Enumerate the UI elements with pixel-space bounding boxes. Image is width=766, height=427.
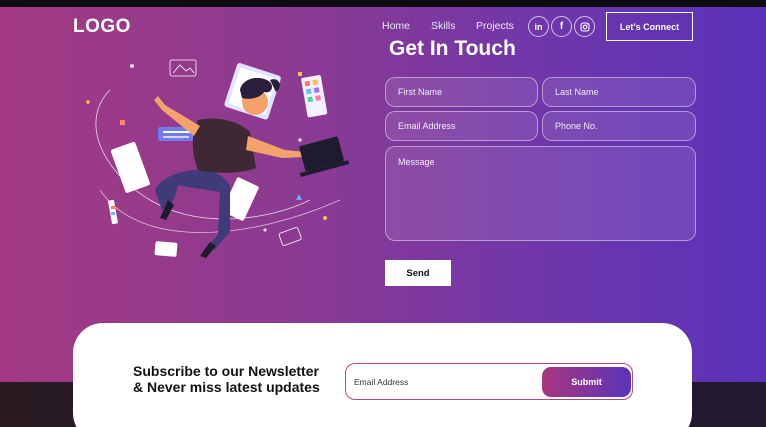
phone-field[interactable] (542, 111, 696, 141)
newsletter-heading-line1: Subscribe to our Newsletter (133, 363, 319, 379)
newsletter-heading-line2: & Never miss latest updates (133, 379, 320, 395)
send-button[interactable]: Send (385, 260, 451, 286)
first-name-field[interactable] (385, 77, 538, 107)
contact-title: Get In Touch (389, 37, 516, 60)
message-field[interactable] (385, 146, 696, 241)
last-name-field[interactable] (542, 77, 696, 107)
linkedin-icon: in (534, 21, 543, 32)
nav-projects[interactable]: Projects (476, 20, 514, 32)
instagram-icon (579, 21, 590, 32)
developer-illustration (86, 59, 350, 258)
logo[interactable]: LOGO (73, 16, 131, 38)
newsletter-submit-button[interactable]: Submit (542, 367, 631, 397)
newsletter-card: Subscribe to our Newsletter & Never miss… (73, 323, 692, 427)
lets-connect-button[interactable]: Let’s Connect (606, 12, 693, 41)
top-bar (0, 0, 766, 7)
linkedin-link[interactable]: in (528, 16, 549, 37)
newsletter-heading: Subscribe to our Newsletter & Never miss… (133, 363, 333, 395)
email-field[interactable] (385, 111, 538, 141)
nav-home[interactable]: Home (382, 20, 410, 32)
newsletter-form: Submit (345, 363, 633, 400)
newsletter-email-input[interactable] (354, 370, 534, 394)
nav-skills[interactable]: Skills (431, 20, 456, 32)
facebook-icon: f (559, 21, 564, 32)
instagram-link[interactable] (574, 16, 595, 37)
facebook-link[interactable]: f (551, 16, 572, 37)
